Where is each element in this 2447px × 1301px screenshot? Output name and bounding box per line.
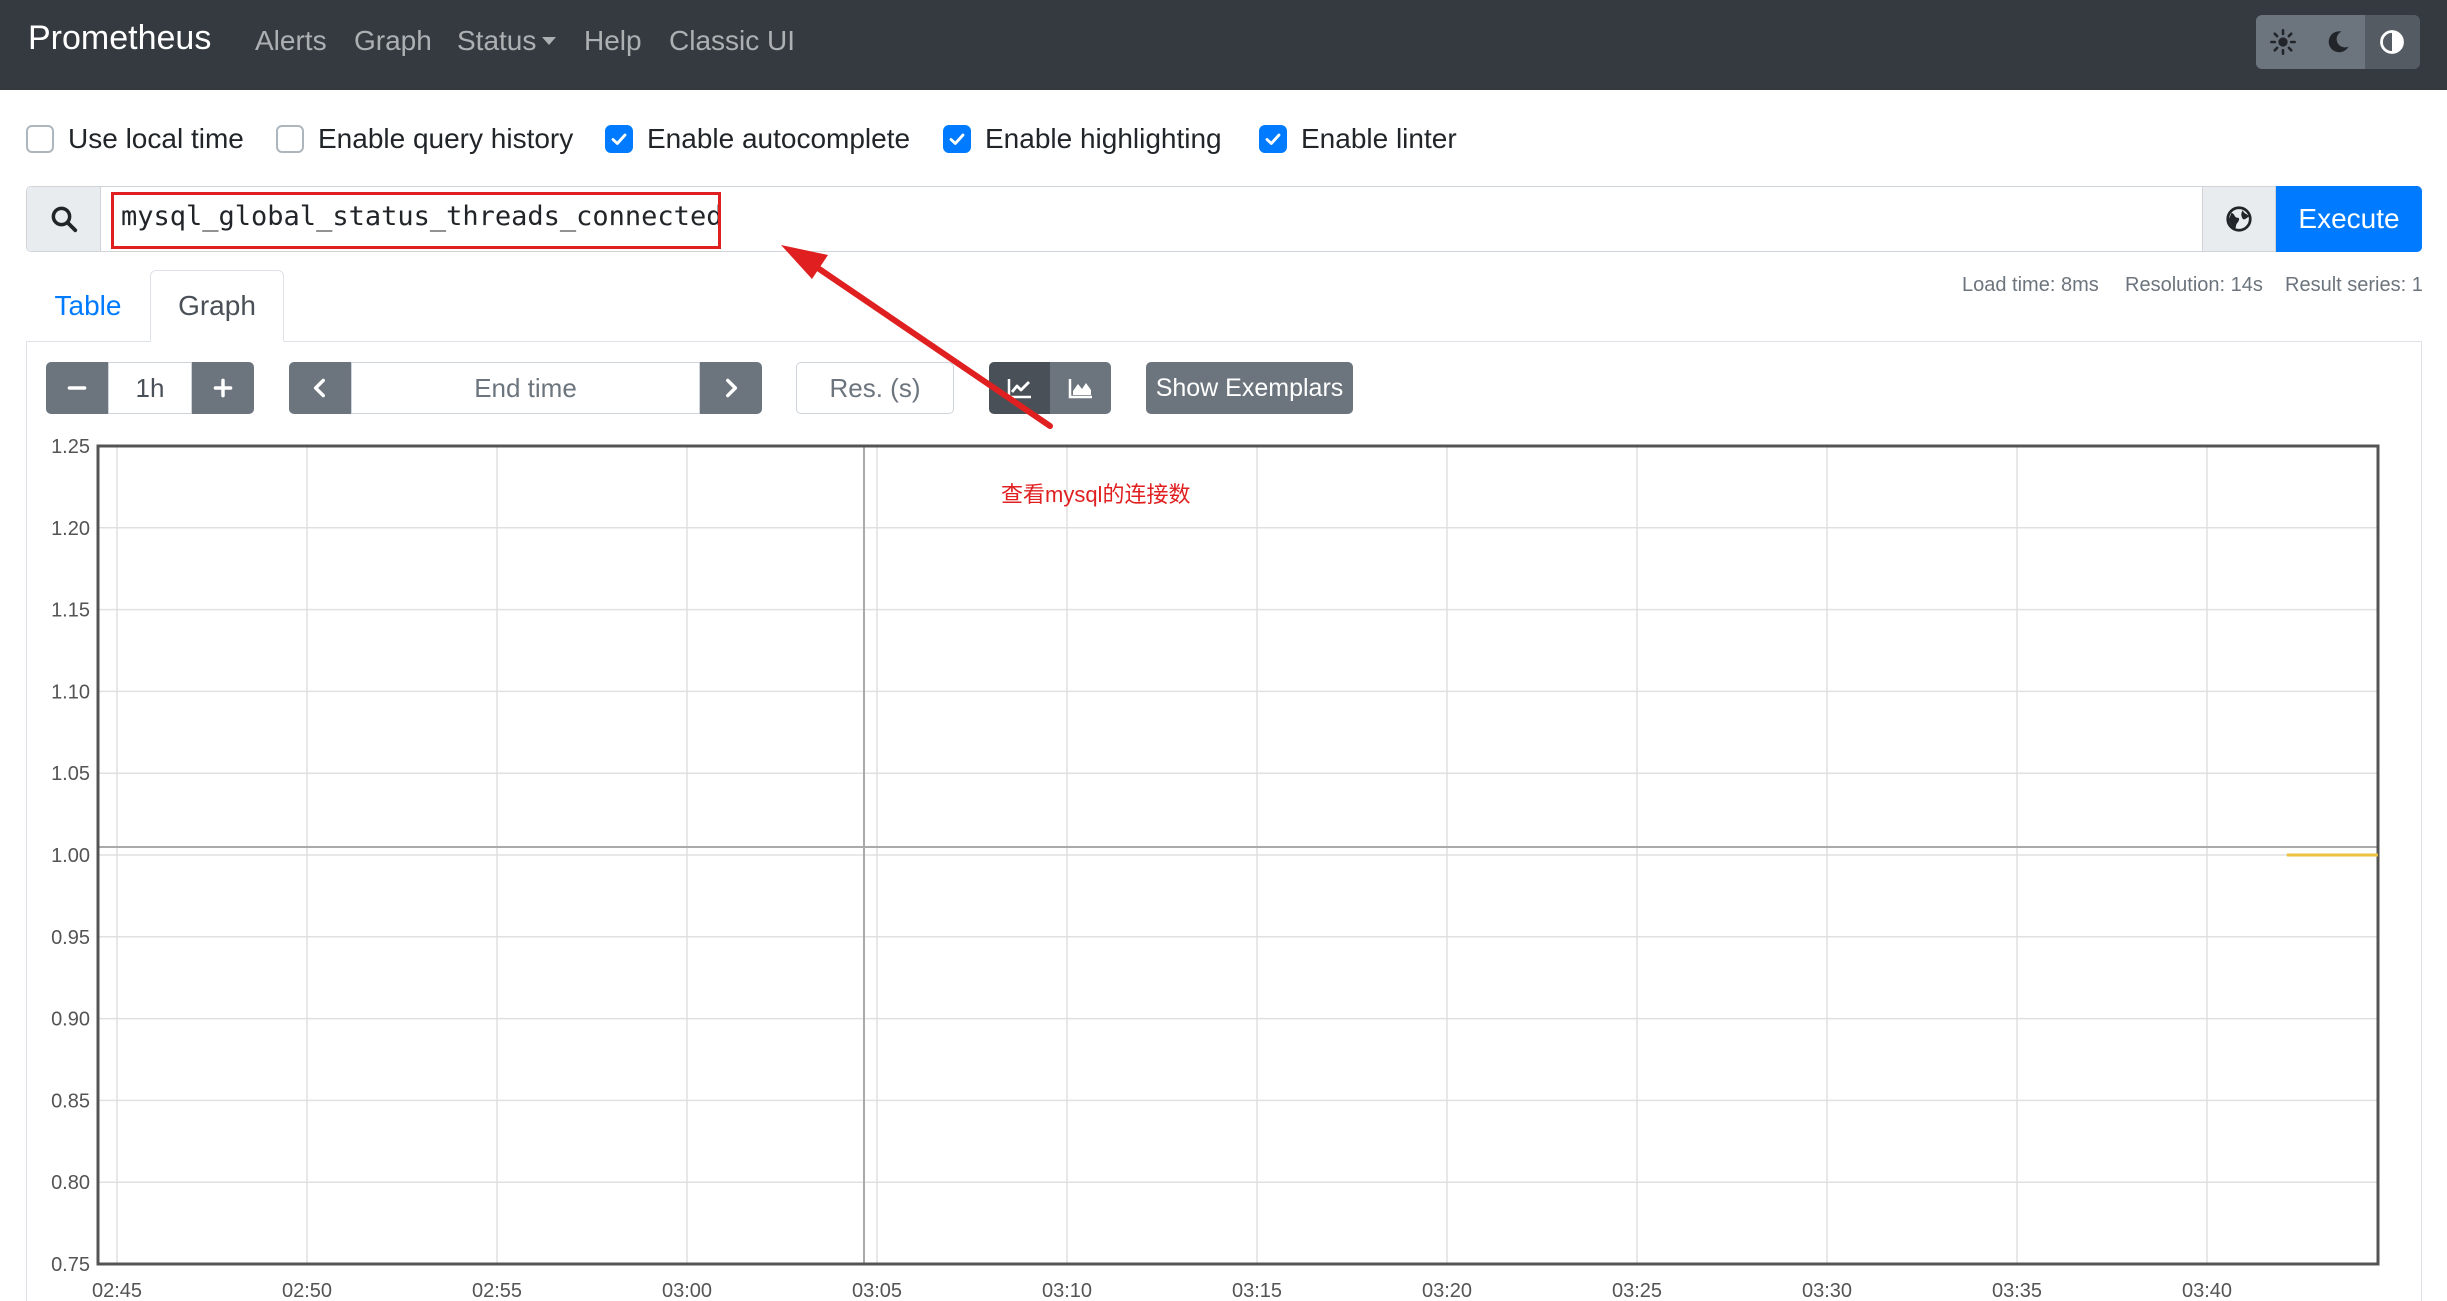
chevron-right-icon [726,378,738,398]
check-icon [611,133,627,145]
end-time-forward-button[interactable] [700,362,762,414]
option-label: Enable linter [1301,123,1457,154]
stacking-toggle-group [989,362,1111,414]
nav-link-status-label: Status [457,25,537,56]
brand-logo[interactable]: Prometheus [28,19,211,58]
tab-graph[interactable]: Graph [150,270,284,342]
resolution-stat: Resolution: 14s [2125,274,2263,296]
end-time-input[interactable]: End time [351,362,700,414]
check-icon [949,133,965,145]
contrast-icon [2380,30,2405,54]
theme-auto-button[interactable] [2365,15,2420,69]
load-time-stat: Load time: 8ms [1962,274,2099,296]
end-time-back-button[interactable] [289,362,351,414]
check-icon [1265,133,1281,145]
option-enable-linter[interactable]: Enable linter [1259,122,1457,156]
option-label: Enable autocomplete [647,123,911,154]
chevron-left-icon [313,378,325,398]
annotation-text: 查看mysql的连接数 [1001,482,1191,507]
range-input[interactable]: 1h [108,362,192,414]
minus-icon [67,386,87,390]
theme-toggle-group [2256,15,2420,69]
plus-icon [213,378,233,398]
tab-table[interactable]: Table [26,270,150,342]
nav-link-status[interactable]: Status [457,25,557,57]
execute-button[interactable]: Execute [2276,186,2422,252]
unstacked-lines-button[interactable] [989,362,1050,414]
sun-icon [2270,29,2297,55]
option-enable-autocomplete[interactable]: Enable autocomplete [605,122,910,156]
nav-link-graph[interactable]: Graph [354,25,432,57]
checkbox-enable-highlighting[interactable] [943,125,971,153]
annotation-highlight-box [111,192,721,249]
option-use-local-time[interactable]: Use local time [26,122,244,156]
search-addon [27,187,101,251]
show-exemplars-button[interactable]: Show Exemplars [1146,362,1353,414]
option-label: Enable highlighting [985,123,1222,154]
nav-link-alerts[interactable]: Alerts [255,25,327,57]
caret-down-icon [542,36,557,45]
navbar: Prometheus Alerts Graph Status Help Clas… [0,0,2447,90]
option-label: Enable query history [318,123,574,154]
nav-link-help[interactable]: Help [584,25,642,57]
checkbox-enable-query-history[interactable] [276,125,304,153]
globe-icon [2226,206,2252,232]
increase-range-button[interactable] [192,362,254,414]
search-icon [51,206,77,233]
theme-dark-button[interactable] [2310,15,2366,69]
moon-icon [2328,31,2349,53]
checkbox-use-local-time[interactable] [26,125,54,153]
theme-light-button[interactable] [2256,15,2311,69]
graph-panel [26,342,2422,1301]
stacked-area-button[interactable] [1050,362,1111,414]
decrease-range-button[interactable] [46,362,108,414]
checkbox-enable-linter[interactable] [1259,125,1287,153]
line-chart-icon [1007,379,1031,399]
result-series-stat: Result series: 1 [2285,274,2423,296]
option-enable-query-history[interactable]: Enable query history [276,122,573,156]
option-enable-highlighting[interactable]: Enable highlighting [943,122,1222,156]
option-label: Use local time [68,123,244,154]
resolution-input[interactable]: Res. (s) [796,362,954,414]
checkbox-enable-autocomplete[interactable] [605,125,633,153]
metrics-explorer-button[interactable] [2202,186,2276,252]
area-chart-icon [1068,379,1092,399]
nav-link-classic-ui[interactable]: Classic UI [669,25,795,57]
